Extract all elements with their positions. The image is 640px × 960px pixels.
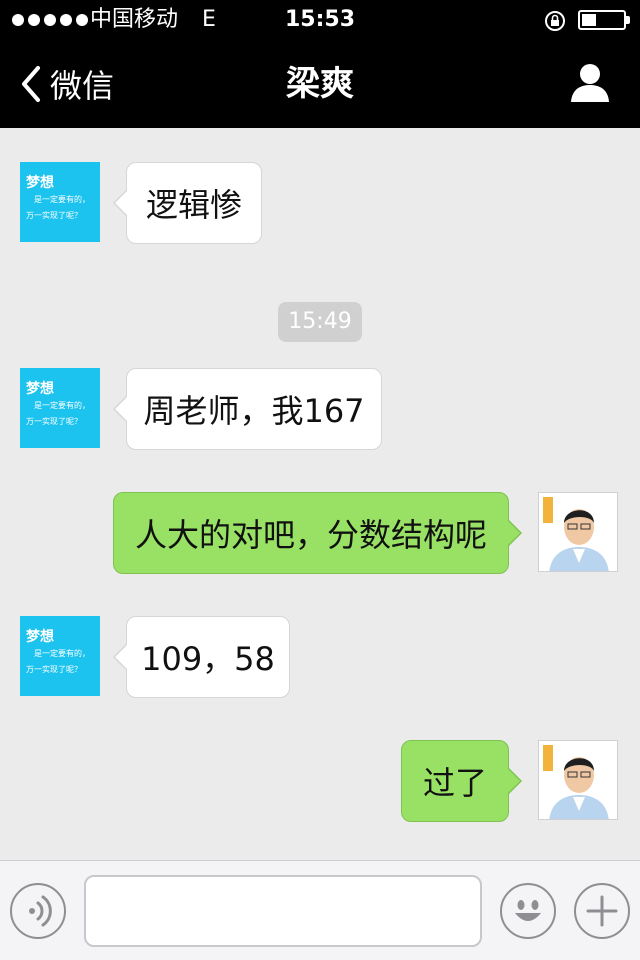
message-input[interactable] <box>84 875 482 947</box>
avatar-text: 是一定要有的， <box>34 401 90 410</box>
input-bar <box>0 860 640 960</box>
message-text: 过了 <box>422 764 487 802</box>
incoming-message-bubble[interactable]: 109，58 <box>113 616 290 698</box>
navigation-bar: 微信 梁爽 <box>0 40 640 128</box>
contact-avatar[interactable]: 梦想 是一定要有的， 万一实现了呢？ <box>20 616 100 696</box>
battery-icon <box>578 10 630 30</box>
avatar-text: 是一定要有的， <box>34 195 90 204</box>
top-bar: 中国移动 E 15:53 微信 梁爽 <box>0 0 640 128</box>
message-text: 人大的对吧，分数结构呢 <box>134 516 487 554</box>
plus-icon <box>586 895 618 927</box>
smiley-icon <box>515 900 541 921</box>
avatar-text: 万一实现了呢？ <box>26 417 82 426</box>
incoming-message-bubble[interactable]: 周老师，我167 <box>113 368 382 450</box>
message-text: 109，58 <box>141 640 275 678</box>
rotation-lock-icon <box>545 11 565 31</box>
avatar-text: 梦想 <box>26 175 54 191</box>
my-avatar[interactable] <box>538 492 618 572</box>
emoji-button[interactable] <box>500 883 556 939</box>
timestamp-chip: 15:49 <box>278 302 362 342</box>
message-text: 逻辑惨 <box>145 186 242 224</box>
outgoing-message-bubble[interactable]: 过了 <box>401 740 522 822</box>
chat-area[interactable]: 梦想 是一定要有的， 万一实现了呢？ 逻辑惨 15:49 梦想 是一定要有的， … <box>0 128 640 860</box>
voice-button[interactable] <box>10 883 66 939</box>
message-text: 周老师，我167 <box>143 392 365 430</box>
voice-icon <box>29 895 52 927</box>
my-avatar[interactable] <box>538 740 618 820</box>
avatar-text: 万一实现了呢？ <box>26 211 82 220</box>
avatar-text: 梦想 <box>26 381 54 397</box>
person-icon[interactable] <box>568 60 612 104</box>
avatar-text: 万一实现了呢？ <box>26 665 82 674</box>
status-bar: 中国移动 E 15:53 <box>0 0 640 40</box>
outgoing-message-bubble[interactable]: 人大的对吧，分数结构呢 <box>113 492 522 574</box>
contact-avatar[interactable]: 梦想 是一定要有的， 万一实现了呢？ <box>20 368 100 448</box>
incoming-message-bubble[interactable]: 逻辑惨 <box>113 162 262 244</box>
avatar-text: 梦想 <box>26 629 54 645</box>
profile-photo-icon <box>539 493 617 571</box>
contact-avatar[interactable]: 梦想 是一定要有的， 万一实现了呢？ <box>20 162 100 242</box>
chat-title: 梁爽 <box>286 64 354 104</box>
profile-photo-icon <box>539 741 617 819</box>
avatar-text: 是一定要有的， <box>34 649 90 658</box>
more-button[interactable] <box>574 883 630 939</box>
